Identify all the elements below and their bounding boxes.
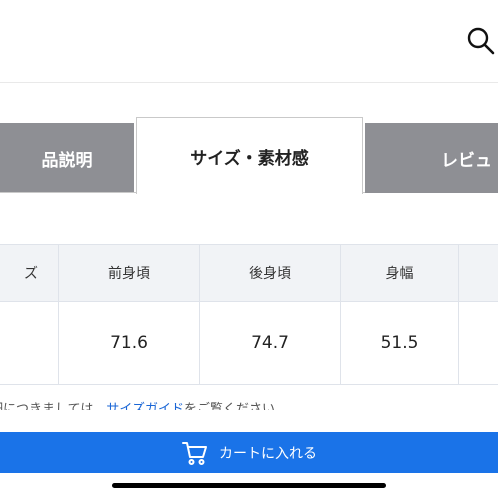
tab-label: 品説明 — [41, 150, 93, 171]
note-text: 細につきましては、 — [0, 402, 107, 410]
tab-label: レビュ — [441, 150, 492, 171]
tab-product-description[interactable]: 品説明 — [0, 123, 134, 193]
home-indicator — [112, 483, 386, 488]
search-icon[interactable] — [466, 26, 496, 56]
app-header — [0, 0, 498, 83]
table-value-cell: 51.5 — [341, 302, 459, 385]
table-header-cell — [459, 244, 498, 302]
tab-label: サイズ・素材感 — [190, 148, 309, 169]
table-header-cell: 後身頃 — [200, 244, 341, 302]
add-to-cart-button[interactable]: カートに入れる — [0, 432, 498, 473]
value-text: 51.5 — [380, 333, 419, 353]
header-text: ズ — [24, 266, 38, 282]
table-header-cell: 身幅 — [341, 244, 459, 302]
size-guide-link[interactable]: サイズガイド — [106, 402, 184, 410]
cart-button-label: カートに入れる — [219, 445, 317, 462]
note-text: をご覧ください — [183, 402, 275, 410]
header-text: 身幅 — [385, 266, 414, 282]
tab-size-material[interactable]: サイズ・素材感 — [136, 117, 363, 194]
table-header-cell: 前身頃 — [59, 244, 200, 302]
value-text: 74.7 — [251, 333, 289, 353]
table-value-cell — [459, 302, 498, 385]
table-header-cell: ズ — [0, 244, 59, 302]
tab-reviews[interactable]: レビュ — [365, 123, 498, 193]
size-guide-note: 細につきましては、サイズガイドをご覧ください — [0, 396, 498, 410]
table-value-cell: 74.7 — [200, 302, 341, 385]
header-text: 前身頃 — [108, 266, 150, 282]
cart-icon — [182, 441, 207, 465]
header-text: 後身頃 — [249, 266, 291, 282]
value-text: 71.6 — [110, 333, 148, 353]
table-value-cell: 71.6 — [59, 302, 200, 385]
table-value-cell — [0, 302, 59, 385]
